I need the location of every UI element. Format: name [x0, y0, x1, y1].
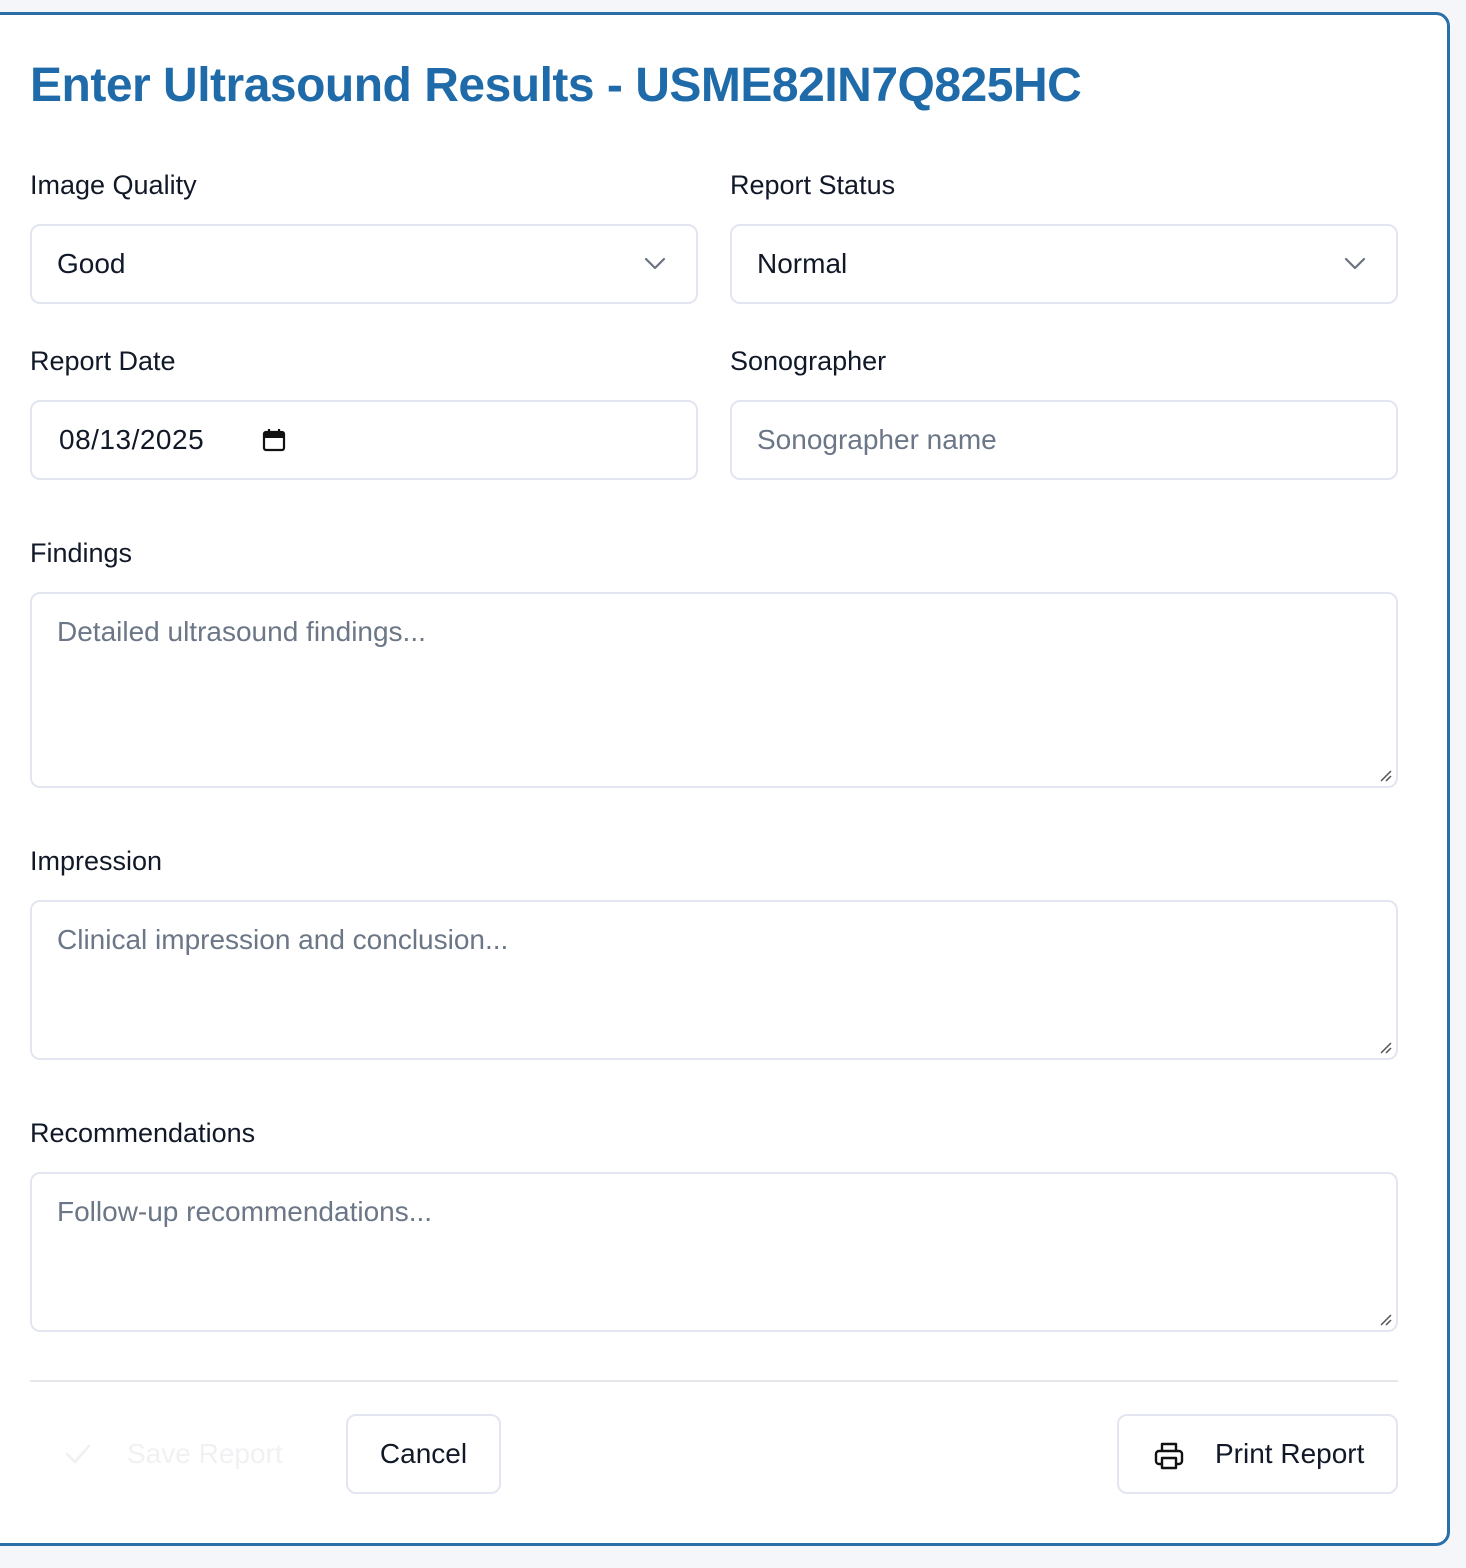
- cancel-label: Cancel: [379, 1438, 468, 1469]
- sonographer-input[interactable]: Sonographer name: [730, 400, 1398, 480]
- impression-placeholder: Clinical impression and conclusion...: [57, 924, 509, 955]
- findings-placeholder: Detailed ultrasound findings...: [57, 616, 426, 647]
- printer-icon: [1154, 1442, 1184, 1470]
- calendar-icon[interactable]: [261, 427, 287, 453]
- findings-textarea[interactable]: Detailed ultrasound findings...: [30, 592, 1398, 788]
- save-report-button[interactable]: Save Report: [50, 1416, 310, 1492]
- image-quality-label: Image Quality: [30, 170, 197, 200]
- report-date-value: 08/13/2025: [59, 424, 205, 455]
- actions-divider: [30, 1380, 1398, 1382]
- recommendations-placeholder: Follow-up recommendations...: [57, 1196, 433, 1227]
- print-report-button[interactable]: Print Report: [1117, 1414, 1398, 1494]
- report-status-value: Normal: [757, 248, 848, 279]
- print-report-label: Print Report: [1215, 1438, 1365, 1469]
- recommendations-label: Recommendations: [30, 1118, 256, 1148]
- image-quality-value: Good: [57, 248, 126, 279]
- chevron-down-icon: [644, 257, 666, 270]
- report-date-input[interactable]: 08/13/2025: [30, 400, 698, 480]
- sonographer-placeholder: Sonographer name: [757, 424, 997, 455]
- resize-handle-icon[interactable]: [1377, 767, 1393, 783]
- cancel-button[interactable]: Cancel: [346, 1414, 501, 1494]
- check-icon: [65, 1444, 91, 1464]
- report-date-label: Report Date: [30, 346, 176, 376]
- dialog-title: Enter Ultrasound Results - USME82IN7Q825…: [30, 59, 1082, 112]
- recommendations-textarea[interactable]: Follow-up recommendations...: [30, 1172, 1398, 1332]
- impression-textarea[interactable]: Clinical impression and conclusion...: [30, 900, 1398, 1060]
- chevron-down-icon: [1344, 257, 1366, 270]
- resize-handle-icon[interactable]: [1377, 1039, 1393, 1055]
- sonographer-label: Sonographer: [730, 346, 887, 376]
- image-quality-select[interactable]: Good: [30, 224, 698, 304]
- resize-handle-icon[interactable]: [1377, 1311, 1393, 1327]
- report-status-label: Report Status: [730, 170, 896, 200]
- findings-label: Findings: [30, 538, 133, 568]
- report-status-select[interactable]: Normal: [730, 224, 1398, 304]
- impression-label: Impression: [30, 846, 163, 876]
- save-report-label: Save Report: [127, 1438, 283, 1469]
